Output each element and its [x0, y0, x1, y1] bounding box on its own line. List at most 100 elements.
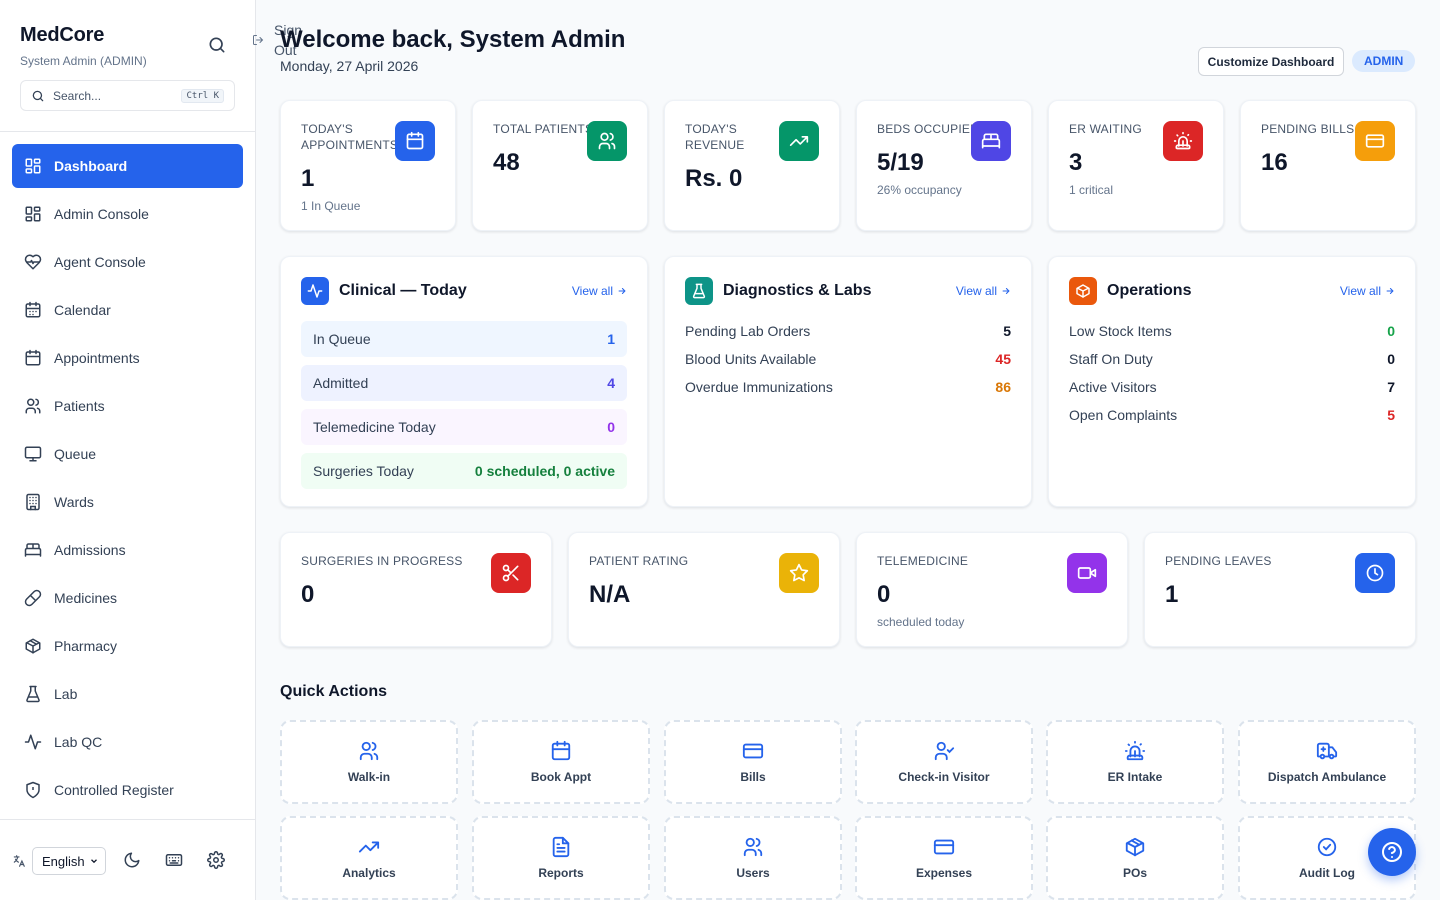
- sidebar-item-lab-qc[interactable]: Lab QC: [12, 720, 243, 764]
- sidebar-item-dashboard[interactable]: Dashboard: [12, 144, 243, 188]
- heart-pulse-icon: [24, 253, 42, 271]
- row-label: Surgeries Today: [313, 463, 414, 479]
- quick-action-bills[interactable]: Bills: [664, 720, 842, 804]
- view-all-link[interactable]: View all: [1340, 284, 1395, 298]
- logout-icon[interactable]: [252, 34, 264, 46]
- diagnostics-row-pending-lab-orders[interactable]: Pending Lab Orders 5: [685, 321, 1011, 341]
- clinical-row-telemedicine[interactable]: Telemedicine Today 0: [301, 409, 627, 445]
- diagnostics-row-blood-units[interactable]: Blood Units Available 45: [685, 349, 1011, 369]
- quick-action-users[interactable]: Users: [664, 816, 842, 900]
- sidebar-item-patients[interactable]: Patients: [12, 384, 243, 428]
- clinical-row-admitted[interactable]: Admitted 4: [301, 365, 627, 401]
- sidebar-item-agent-console[interactable]: Agent Console: [12, 240, 243, 284]
- search-input[interactable]: Search... Ctrl K: [20, 80, 235, 111]
- stat-card-telemedicine[interactable]: TELEMEDICINE 0 scheduled today: [856, 532, 1128, 647]
- quick-action-book-appt[interactable]: Book Appt: [472, 720, 650, 804]
- quick-action-analytics[interactable]: Analytics: [280, 816, 458, 900]
- row-value: 5: [1003, 323, 1011, 339]
- bed-icon: [971, 121, 1011, 161]
- sidebar-item-appointments[interactable]: Appointments: [12, 336, 243, 380]
- users-icon: [742, 836, 764, 858]
- quick-action-expenses[interactable]: Expenses: [855, 816, 1033, 900]
- user-check-icon: [933, 740, 955, 762]
- view-all-link[interactable]: View all: [956, 284, 1011, 298]
- sidebar-item-label: Patients: [54, 398, 105, 414]
- bed-icon: [24, 541, 42, 559]
- stat-card-beds[interactable]: BEDS OCCUPIED 5/19 26% occupancy: [856, 100, 1032, 231]
- stat-card-revenue[interactable]: TODAY'S REVENUE Rs. 0: [664, 100, 840, 231]
- search-placeholder: Search...: [53, 88, 102, 103]
- sidebar-item-admissions[interactable]: Admissions: [12, 528, 243, 572]
- row-value: 45: [995, 351, 1011, 367]
- sidebar-item-label: Admissions: [54, 542, 126, 558]
- language-value: English: [42, 853, 85, 869]
- operations-row-open-complaints[interactable]: Open Complaints 5: [1069, 405, 1395, 425]
- customize-dashboard-button[interactable]: Customize Dashboard: [1198, 47, 1344, 76]
- calendar-icon: [550, 740, 572, 762]
- diagnostics-panel: Diagnostics & Labs View all Pending Lab …: [664, 256, 1032, 507]
- stat-value: N/A: [589, 581, 631, 608]
- quick-action-reports[interactable]: Reports: [472, 816, 650, 900]
- sidebar-item-queue[interactable]: Queue: [12, 432, 243, 476]
- stat-card-appointments[interactable]: TODAY'S APPOINTMENTS 1 1 In Queue: [280, 100, 456, 231]
- stat-label: PATIENT RATING: [589, 554, 689, 568]
- operations-row-low-stock[interactable]: Low Stock Items 0: [1069, 321, 1395, 341]
- stat-card-rating[interactable]: PATIENT RATING N/A: [568, 532, 840, 647]
- quick-action-pos[interactable]: POs: [1046, 816, 1224, 900]
- quick-action-er-intake[interactable]: ER Intake: [1046, 720, 1224, 804]
- help-button[interactable]: [1368, 828, 1416, 876]
- quick-action-dispatch-ambulance[interactable]: Dispatch Ambulance: [1238, 720, 1416, 804]
- chevron-down-icon: [89, 856, 99, 866]
- building-icon: [24, 493, 42, 511]
- quick-action-label: ER Intake: [1107, 770, 1163, 784]
- stat-card-patients[interactable]: TOTAL PATIENTS 48: [472, 100, 648, 231]
- sidebar-item-pharmacy[interactable]: Pharmacy: [12, 624, 243, 668]
- view-all-link[interactable]: View all: [572, 284, 627, 298]
- quick-action-check-in-visitor[interactable]: Check-in Visitor: [855, 720, 1033, 804]
- file-text-icon: [550, 836, 572, 858]
- keyboard-icon[interactable]: [165, 851, 183, 869]
- stat-card-pending-leaves[interactable]: PENDING LEAVES 1: [1144, 532, 1416, 647]
- stat-card-surgeries[interactable]: SURGERIES IN PROGRESS 0: [280, 532, 552, 647]
- stat-card-pending-bills[interactable]: PENDING BILLS 16: [1240, 100, 1416, 231]
- sidebar-item-admin-console[interactable]: Admin Console: [12, 192, 243, 236]
- sidebar: MedCore System Admin (ADMIN) Search... C…: [0, 0, 256, 900]
- sidebar-item-calendar[interactable]: Calendar: [12, 288, 243, 332]
- row-value: 0 scheduled, 0 active: [474, 463, 615, 479]
- clinical-row-surgeries[interactable]: Surgeries Today 0 scheduled, 0 active: [301, 453, 627, 489]
- gear-icon[interactable]: [207, 851, 225, 869]
- row-value: 5: [1387, 407, 1395, 423]
- row-label: Blood Units Available: [685, 351, 817, 367]
- stat-sub: 1 In Queue: [301, 199, 361, 213]
- ambulance-icon: [1316, 740, 1338, 762]
- sidebar-item-lab[interactable]: Lab: [12, 672, 243, 716]
- stat-label: SURGERIES IN PROGRESS: [301, 554, 463, 568]
- diagnostics-row-overdue-immunizations[interactable]: Overdue Immunizations 86: [685, 377, 1011, 397]
- quick-action-walk-in[interactable]: Walk-in: [280, 720, 458, 804]
- row-label: Telemedicine Today: [313, 419, 436, 435]
- quick-action-label: Audit Log: [1299, 866, 1355, 880]
- stat-card-er-waiting[interactable]: ER WAITING 3 1 critical: [1048, 100, 1224, 231]
- sidebar-item-controlled-register[interactable]: Controlled Register: [12, 768, 243, 812]
- row-value: 86: [995, 379, 1011, 395]
- arrow-right-icon: [1386, 287, 1394, 295]
- operations-row-staff-on-duty[interactable]: Staff On Duty 0: [1069, 349, 1395, 369]
- sidebar-item-wards[interactable]: Wards: [12, 480, 243, 524]
- language-select[interactable]: English: [32, 847, 106, 875]
- panel-title: Diagnostics & Labs: [723, 282, 872, 299]
- page-title: Welcome back, System Admin: [280, 26, 626, 53]
- clinical-row-in-queue[interactable]: In Queue 1: [301, 321, 627, 357]
- current-date: Monday, 27 April 2026: [280, 58, 419, 74]
- flask-icon: [24, 685, 42, 703]
- sidebar-item-label: Admin Console: [54, 206, 149, 222]
- sidebar-item-label: Agent Console: [54, 254, 146, 270]
- stat-value: 48: [493, 149, 520, 176]
- row-label: Pending Lab Orders: [685, 323, 811, 339]
- grid-icon: [24, 205, 42, 223]
- dark-mode-icon[interactable]: [123, 851, 141, 869]
- brand-logo[interactable]: MedCore: [20, 24, 104, 47]
- quick-action-label: Walk-in: [347, 770, 391, 784]
- sidebar-item-medicines[interactable]: Medicines: [12, 576, 243, 620]
- operations-row-active-visitors[interactable]: Active Visitors 7: [1069, 377, 1395, 397]
- search-icon[interactable]: [207, 35, 227, 55]
